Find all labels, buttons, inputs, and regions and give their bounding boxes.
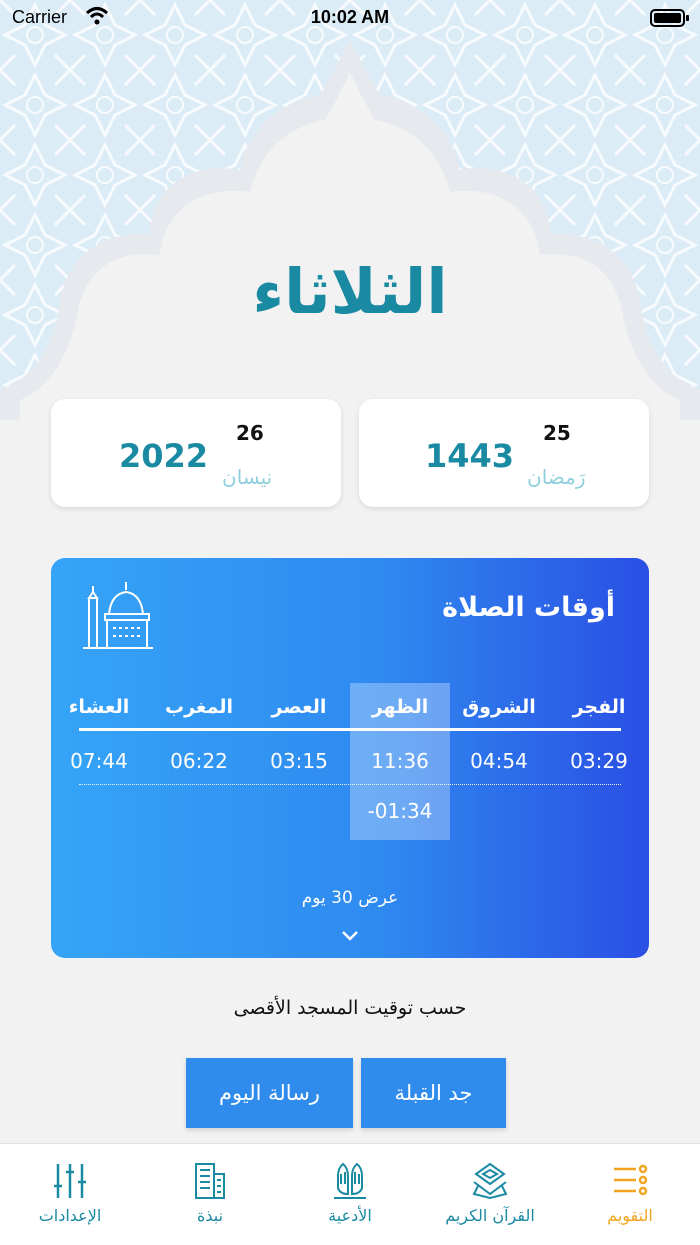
prayer-times-panel: أوقات الصلاة الفجر الشروق الظهر العصر ال… [51, 558, 649, 958]
mosque-icon [83, 582, 153, 649]
prayer-row-divider [79, 784, 621, 785]
hijri-date-card: 25 1443 رَمضان [359, 399, 649, 507]
tab-quran-label: القرآن الكريم [445, 1206, 535, 1225]
prayer-time-sunrise: 04:54 [470, 749, 528, 773]
show-30-days-link[interactable]: عرض 30 يوم [51, 888, 649, 908]
prayer-name-dhuhr: الظهر [371, 696, 429, 718]
chevron-down-icon[interactable] [341, 930, 359, 942]
prayer-name-sunrise: الشروق [462, 696, 536, 718]
status-bar: Carrier 10:02 AM [0, 0, 700, 36]
tab-quran[interactable]: القرآن الكريم [420, 1144, 560, 1245]
praying-hands-icon [334, 1162, 366, 1199]
quran-icon [472, 1162, 508, 1200]
time-remaining: -01:34 [367, 799, 433, 823]
hijri-day: 25 [543, 421, 571, 445]
tab-about[interactable]: نبذة [140, 1144, 280, 1245]
tab-settings[interactable]: الإعدادات [0, 1144, 140, 1245]
tab-duas-label: الأدعية [328, 1206, 372, 1225]
tab-calendar-label: التقويم [607, 1206, 653, 1225]
daily-message-button[interactable]: رسالة اليوم [186, 1058, 353, 1128]
day-name: الثلاثاء [252, 255, 448, 328]
tab-calendar[interactable]: التقويم [560, 1144, 700, 1245]
timing-source-note: حسب توقيت المسجد الأقصى [233, 997, 467, 1019]
prayer-time-fajr: 03:29 [570, 749, 628, 773]
prayer-name-isha: العشاء [68, 696, 130, 718]
gregorian-date-card: 26 2022 نيسان [51, 399, 341, 507]
gregorian-day: 26 [236, 421, 264, 445]
prayer-time-maghrib: 06:22 [170, 749, 228, 773]
prayer-name-maghrib: المغرب [164, 696, 234, 718]
prayer-time-asr: 03:15 [270, 749, 328, 773]
hijri-month: رَمضان [527, 465, 586, 489]
tab-bar: التقويم القرآن الكريم الأدعية نبذة الإعد… [0, 1143, 700, 1245]
building-icon [195, 1163, 225, 1199]
hijri-year: 1443 [425, 437, 515, 475]
tab-settings-label: الإعدادات [38, 1206, 102, 1225]
calendar-list-icon [614, 1164, 648, 1196]
sliders-icon [54, 1164, 86, 1198]
prayer-time-dhuhr: 11:36 [371, 749, 429, 773]
prayer-times-title: أوقات الصلاة [442, 592, 615, 623]
status-time: 10:02 AM [310, 7, 390, 27]
gregorian-month: نيسان [222, 465, 273, 489]
prayer-name-fajr: الفجر [572, 696, 626, 718]
tab-about-label: نبذة [196, 1206, 224, 1225]
battery-icon [650, 9, 689, 27]
prayer-header-divider [79, 728, 621, 731]
header-pattern [0, 0, 700, 420]
prayer-name-asr: العصر [271, 696, 327, 718]
find-qibla-button[interactable]: جد القبلة [361, 1058, 506, 1128]
gregorian-year: 2022 [119, 437, 209, 475]
tab-duas[interactable]: الأدعية [280, 1144, 420, 1245]
prayer-time-isha: 07:44 [70, 749, 128, 773]
